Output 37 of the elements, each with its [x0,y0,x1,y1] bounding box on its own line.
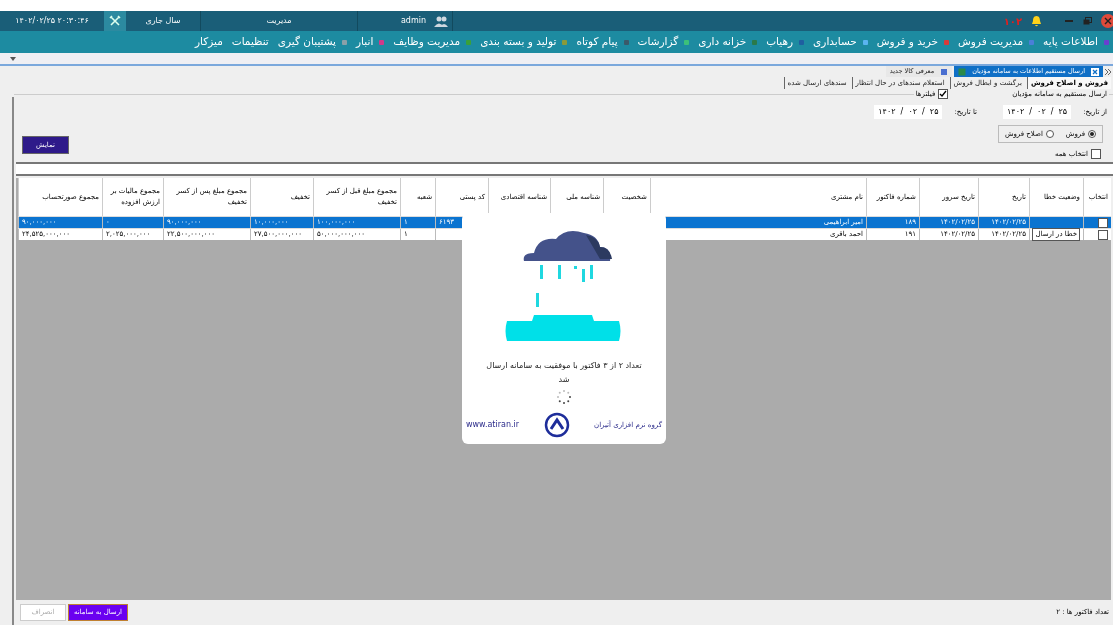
dropdown-icon[interactable] [10,56,16,61]
menu-item[interactable]: تنظیمات [231,34,269,50]
notification-count: ۱۰۲ [1003,14,1022,29]
menu-item[interactable]: انبار [356,34,374,50]
select-all-checkbox[interactable] [1091,149,1101,160]
spinner-icon [556,389,572,405]
dialog-message: تعداد ۲ از ۳ فاکتور با موفقیت به سامانه ارسال شد [485,360,643,386]
logo-icon [543,412,570,438]
row-checkbox[interactable] [1098,217,1108,228]
document-icon [940,67,949,76]
collapse-icon[interactable] [1105,68,1111,75]
menu-item[interactable]: رهیاب [766,34,794,50]
menu-item[interactable]: پشتیبان گیری [277,34,337,50]
user-name: admin [400,15,426,27]
table-icon [958,67,967,76]
row-checkbox[interactable] [1098,229,1108,240]
menu-item[interactable]: میزکار [194,34,223,50]
filters-checkbox[interactable] [938,89,949,100]
menu-item[interactable]: پیام کوتاه [576,34,618,50]
close-icon[interactable] [1101,14,1113,28]
from-date-field[interactable]: ۲۵ / ۰۲ / ۱۴۰۲ [1003,105,1072,119]
menu-item[interactable]: مدیریت وظایف [393,34,461,50]
menu-item[interactable]: گزارشات [637,34,679,50]
menu-item[interactable]: تولید و بسته بندی [480,34,557,50]
date-time: ۱۴۰۲/۰۲/۲۵ ۲۰:۳۰:۴۶ [14,15,90,27]
users-icon [434,15,448,27]
menu-item[interactable]: خزانه داری [698,34,747,50]
radio-button[interactable] [1045,130,1054,138]
menu-item[interactable]: حسابداری [813,34,857,50]
bell-icon[interactable] [1030,14,1043,28]
menu-item[interactable]: اطلاعات پایه [1043,34,1098,50]
to-date-field[interactable]: ۲۵ / ۰۲ / ۱۴۰۲ [874,105,943,119]
radio-button[interactable] [1088,130,1096,138]
menu-item[interactable]: خرید و فروش [876,34,938,50]
menu-item[interactable]: مدیریت فروش [957,34,1024,50]
close-icon[interactable] [1091,67,1099,76]
website-link[interactable]: www.atiran.ir [466,419,519,431]
